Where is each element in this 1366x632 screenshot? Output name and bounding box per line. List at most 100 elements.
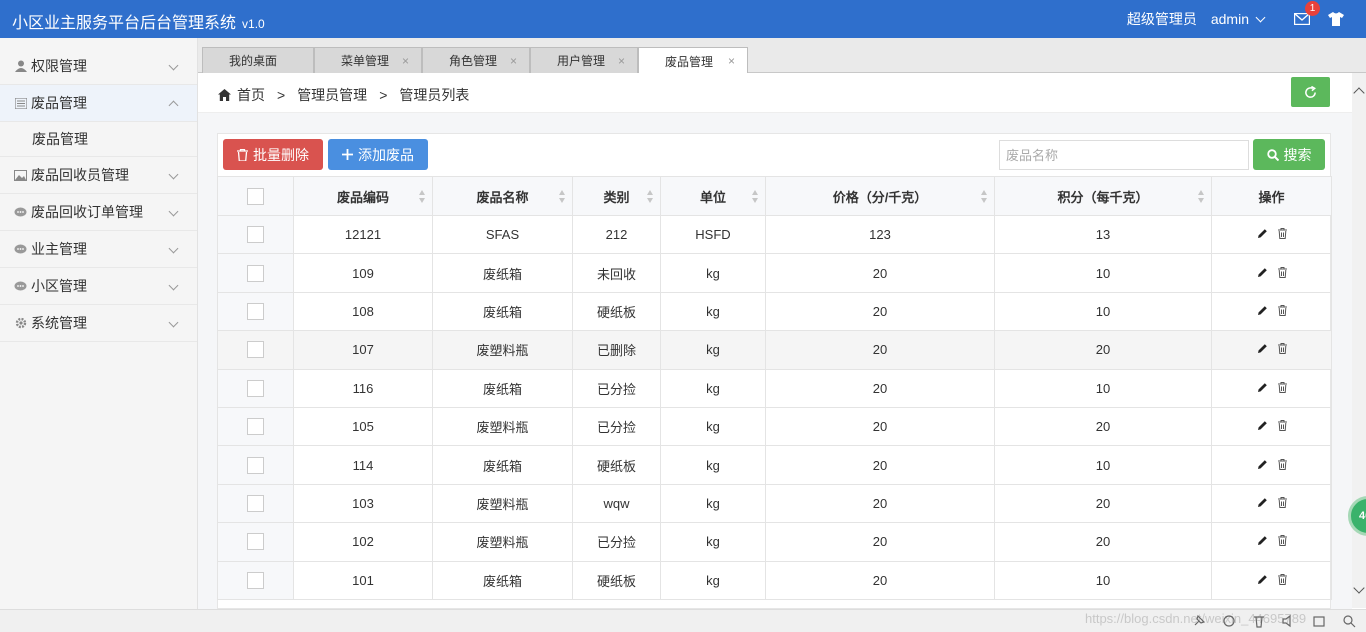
sidebar-item-orders[interactable]: 废品回收订单管理 (0, 194, 197, 231)
row-checkbox[interactable] (247, 456, 264, 474)
add-waste-button[interactable]: 添加废品 (328, 139, 428, 170)
delete-icon[interactable] (1277, 458, 1287, 470)
edit-icon[interactable] (1257, 420, 1268, 431)
tab-label: 菜单管理 (341, 54, 390, 68)
close-icon[interactable]: × (402, 54, 409, 68)
sort-icon[interactable] (647, 190, 654, 204)
cell-actions (1211, 406, 1332, 447)
sort-icon[interactable] (559, 190, 566, 204)
edit-icon[interactable] (1257, 574, 1268, 585)
close-icon[interactable]: × (728, 54, 735, 68)
delete-icon[interactable] (1277, 343, 1287, 355)
tab-bar: 我的桌面 菜单管理 × 角色管理 × 用户管理 × 废品管理 × (198, 38, 1366, 74)
table-row[interactable]: 109 废纸箱 未回收 kg 20 10 (217, 253, 1332, 293)
delete-icon[interactable] (1277, 381, 1287, 393)
edit-icon[interactable] (1257, 459, 1268, 470)
sidebar-item-collector[interactable]: 废品回收员管理 (0, 157, 197, 194)
column-header-category[interactable]: 类别 (572, 176, 661, 216)
sort-icon[interactable] (1198, 190, 1205, 204)
edit-icon[interactable] (1257, 343, 1268, 354)
refresh-status-icon[interactable] (1222, 614, 1236, 628)
search-input[interactable] (999, 140, 1249, 170)
breadcrumb-home[interactable]: 首页 (237, 85, 265, 105)
row-checkbox[interactable] (247, 379, 264, 397)
table-row[interactable]: 102 废塑料瓶 已分捡 kg 20 20 (217, 522, 1332, 562)
window-icon[interactable] (1312, 614, 1326, 628)
sort-icon[interactable] (981, 190, 988, 204)
table-row[interactable]: 105 废塑料瓶 已分捡 kg 20 20 (217, 406, 1332, 447)
row-select-cell (217, 483, 294, 524)
row-checkbox[interactable] (247, 226, 264, 244)
cell-code: 114 (293, 445, 433, 485)
row-checkbox[interactable] (247, 264, 264, 282)
table-row[interactable]: 107 废塑料瓶 已删除 kg 20 20 (217, 330, 1332, 370)
delete-icon[interactable] (1277, 420, 1287, 432)
close-icon[interactable]: × (510, 54, 517, 68)
refresh-button[interactable] (1291, 77, 1330, 107)
close-icon[interactable]: × (618, 54, 625, 68)
scroll-down-arrow-icon[interactable] (1353, 582, 1365, 594)
cell-code: 109 (293, 253, 433, 293)
edit-icon[interactable] (1257, 535, 1268, 546)
table-row[interactable]: 114 废纸箱 硬纸板 kg 20 10 (217, 445, 1332, 485)
delete-icon[interactable] (1277, 228, 1287, 240)
select-all-checkbox[interactable] (247, 187, 264, 205)
zoom-icon[interactable] (1342, 614, 1356, 628)
delete-icon[interactable] (1277, 266, 1287, 278)
cell-category: 已分捡 (572, 406, 661, 447)
add-waste-label: 添加废品 (358, 146, 414, 163)
edit-icon[interactable] (1257, 305, 1268, 316)
row-checkbox[interactable] (247, 303, 264, 320)
tab-role[interactable]: 角色管理 × (422, 47, 530, 73)
pin-icon[interactable] (1192, 614, 1206, 628)
sidebar-item-system[interactable]: 系统管理 (0, 305, 197, 342)
edit-icon[interactable] (1257, 382, 1268, 393)
sidebar-item-waste[interactable]: 废品管理 (0, 85, 197, 122)
sort-icon[interactable] (752, 190, 759, 204)
row-checkbox[interactable] (247, 571, 264, 589)
row-checkbox[interactable] (247, 418, 264, 436)
sidebar-subitem-label: 废品管理 (32, 131, 88, 147)
row-checkbox[interactable] (247, 494, 264, 512)
breadcrumb-bar: 首页 > 管理员管理 > 管理员列表 (198, 73, 1352, 113)
column-header-price[interactable]: 价格（分/千克） (765, 176, 995, 216)
scroll-up-arrow-icon[interactable] (1353, 87, 1365, 99)
table-row[interactable]: 101 废纸箱 硬纸板 kg 20 10 (217, 560, 1332, 600)
table-row[interactable]: 116 废纸箱 已分捡 kg 20 10 (217, 368, 1332, 408)
delete-icon[interactable] (1277, 535, 1287, 547)
table-row[interactable]: 103 废塑料瓶 wqw kg 20 20 (217, 483, 1332, 524)
column-header-unit[interactable]: 单位 (660, 176, 766, 216)
delete-icon[interactable] (1277, 304, 1287, 316)
column-header-code[interactable]: 废品编码 (293, 176, 433, 216)
sidebar-subitem-waste[interactable]: 废品管理 (0, 122, 197, 157)
cell-code: 12121 (293, 214, 433, 255)
table-row[interactable]: 108 废纸箱 硬纸板 kg 20 10 (217, 291, 1332, 332)
edit-icon[interactable] (1257, 267, 1268, 278)
row-checkbox[interactable] (247, 533, 264, 551)
sidebar-item-owner[interactable]: 业主管理 (0, 231, 197, 268)
tab-menu[interactable]: 菜单管理 × (314, 47, 422, 73)
delete-icon[interactable] (1277, 573, 1287, 585)
skin-button[interactable] (1326, 9, 1346, 29)
edit-icon[interactable] (1257, 228, 1268, 239)
sort-icon[interactable] (419, 190, 426, 204)
column-header-points[interactable]: 积分（每千克） (994, 176, 1212, 216)
mail-button[interactable]: 1 (1292, 1, 1320, 29)
sidebar-item-community[interactable]: 小区管理 (0, 268, 197, 305)
user-menu[interactable]: admin (1211, 11, 1266, 27)
delete-icon[interactable] (1277, 496, 1287, 508)
trash-status-icon[interactable] (1252, 614, 1266, 628)
tab-waste[interactable]: 废品管理 × (638, 47, 748, 74)
table-row[interactable]: 12121 SFAS 212 HSFD 123 13 (217, 214, 1332, 255)
sidebar-item-permission[interactable]: 权限管理 (0, 48, 197, 85)
batch-delete-button[interactable]: 批量删除 (223, 139, 323, 170)
edit-icon[interactable] (1257, 497, 1268, 508)
volume-icon[interactable] (1282, 614, 1296, 628)
row-checkbox[interactable] (247, 341, 264, 359)
search-button[interactable]: 搜索 (1253, 139, 1325, 170)
column-header-label: 价格（分/千克） (832, 189, 928, 205)
table-body: 12121 SFAS 212 HSFD 123 13 109 废纸箱 未回收 kg 20 10 108 废… (217, 214, 1332, 600)
tab-user[interactable]: 用户管理 × (530, 47, 638, 73)
tab-desktop[interactable]: 我的桌面 (202, 47, 314, 73)
column-header-name[interactable]: 废品名称 (432, 176, 573, 216)
